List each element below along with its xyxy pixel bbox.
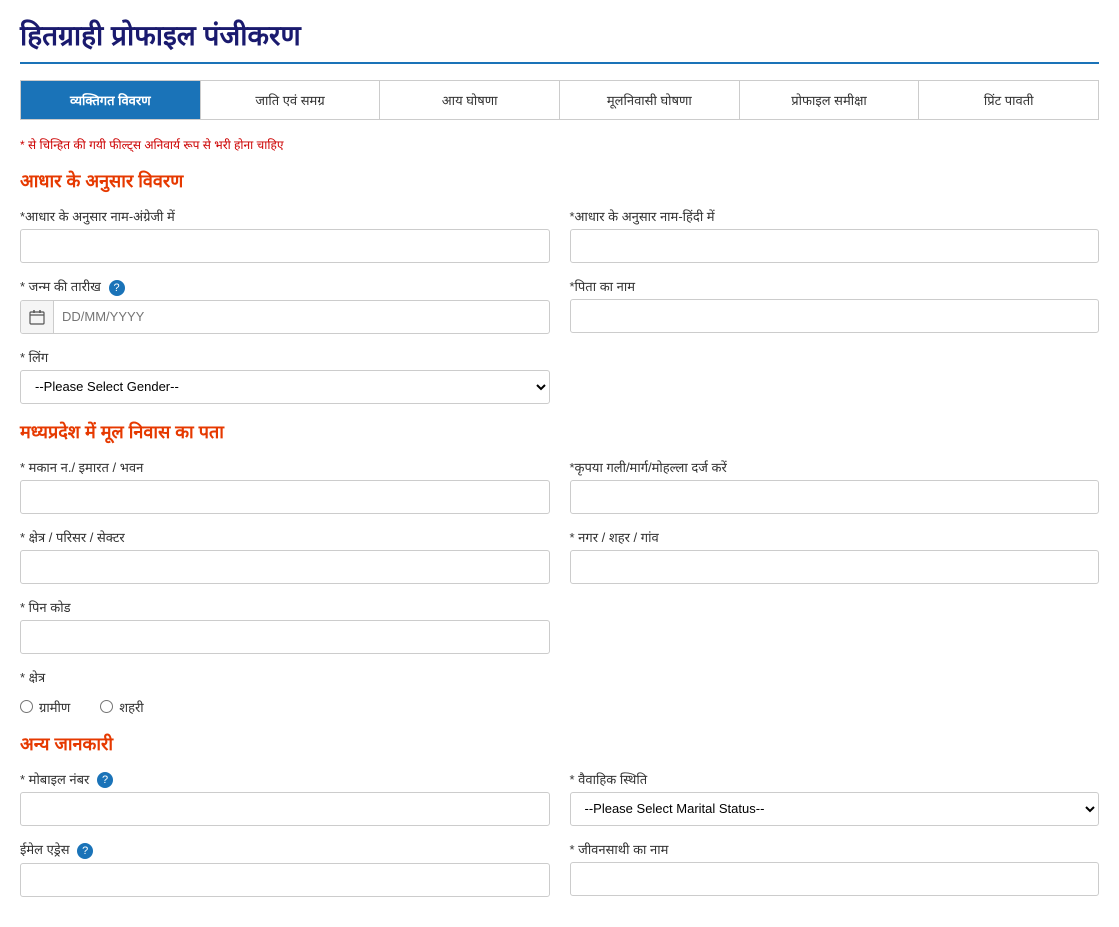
tab-income[interactable]: आय घोषणा bbox=[380, 81, 560, 119]
page-title: हितग्राही प्रोफाइल पंजीकरण bbox=[20, 16, 1099, 64]
section-aadhar-title: आधार के अनुसार विवरण bbox=[20, 169, 1099, 193]
rural-radio[interactable] bbox=[20, 700, 33, 713]
mobile-input[interactable] bbox=[20, 792, 550, 826]
father-name-input[interactable] bbox=[570, 299, 1100, 333]
gender-select[interactable]: --Please Select Gender-- पुरुष महिला अन्… bbox=[20, 370, 550, 404]
gender-label: * लिंग bbox=[20, 348, 550, 366]
tab-caste[interactable]: जाति एवं समग्र bbox=[201, 81, 381, 119]
dob-date-wrapper bbox=[20, 300, 550, 334]
street-input[interactable] bbox=[570, 480, 1100, 514]
email-info-icon[interactable]: ? bbox=[77, 843, 93, 859]
tab-print[interactable]: प्रिंट पावती bbox=[919, 81, 1098, 119]
urban-radio-label[interactable]: शहरी bbox=[100, 698, 143, 716]
tab-bar: व्यक्तिगत विवरण जाति एवं समग्र आय घोषणा … bbox=[20, 80, 1099, 120]
required-note: * से चिन्हित की गयी फील्ट्स अनिवार्य रूप… bbox=[20, 136, 1099, 153]
city-input[interactable] bbox=[570, 550, 1100, 584]
father-name-label: *पिता का नाम bbox=[570, 277, 1100, 295]
urban-radio[interactable] bbox=[100, 700, 113, 713]
street-label: *कृपया गली/मार्ग/मोहल्ला दर्ज करें bbox=[570, 458, 1100, 476]
tab-personal[interactable]: व्यक्तिगत विवरण bbox=[21, 81, 201, 119]
tab-profile[interactable]: प्रोफाइल समीक्षा bbox=[740, 81, 920, 119]
urban-label: शहरी bbox=[119, 698, 143, 716]
zone-label: * क्षेत्र bbox=[20, 668, 550, 686]
marital-label: * वैवाहिक स्थिति bbox=[570, 770, 1100, 788]
house-no-label: * मकान न./ इमारत / भवन bbox=[20, 458, 550, 476]
dob-label: * जन्म की तारीख ? bbox=[20, 277, 550, 296]
name-english-label: *आधार के अनुसार नाम-अंग्रेजी में bbox=[20, 207, 550, 225]
zone-radio-group: ग्रामीण शहरी bbox=[20, 698, 550, 716]
marital-select[interactable]: --Please Select Marital Status-- अविवाहि… bbox=[570, 792, 1100, 826]
rural-label: ग्रामीण bbox=[39, 698, 70, 716]
rural-radio-label[interactable]: ग्रामीण bbox=[20, 698, 70, 716]
spouse-name-input[interactable] bbox=[570, 862, 1100, 896]
house-no-input[interactable] bbox=[20, 480, 550, 514]
dob-info-icon[interactable]: ? bbox=[109, 280, 125, 296]
name-hindi-label: *आधार के अनुसार नाम-हिंदी में bbox=[570, 207, 1100, 225]
pincode-input[interactable] bbox=[20, 620, 550, 654]
pincode-label: * पिन कोड bbox=[20, 598, 550, 616]
spouse-name-label: * जीवनसाथी का नाम bbox=[570, 840, 1100, 858]
section-address-title: मध्यप्रदेश में मूल निवास का पता bbox=[20, 420, 1099, 444]
area-label: * क्षेत्र / परिसर / सेक्टर bbox=[20, 528, 550, 546]
mobile-label: * मोबाइल नंबर ? bbox=[20, 770, 550, 789]
mobile-info-icon[interactable]: ? bbox=[97, 772, 113, 788]
tab-native[interactable]: मूलनिवासी घोषणा bbox=[560, 81, 740, 119]
email-input[interactable] bbox=[20, 863, 550, 897]
section-other-title: अन्य जानकारी bbox=[20, 732, 1099, 756]
calendar-icon[interactable] bbox=[21, 301, 54, 333]
name-hindi-input[interactable] bbox=[570, 229, 1100, 263]
dob-input[interactable] bbox=[54, 303, 549, 330]
email-label: ईमेल एड्रेस ? bbox=[20, 840, 550, 859]
area-input[interactable] bbox=[20, 550, 550, 584]
city-label: * नगर / शहर / गांव bbox=[570, 528, 1100, 546]
name-english-input[interactable] bbox=[20, 229, 550, 263]
